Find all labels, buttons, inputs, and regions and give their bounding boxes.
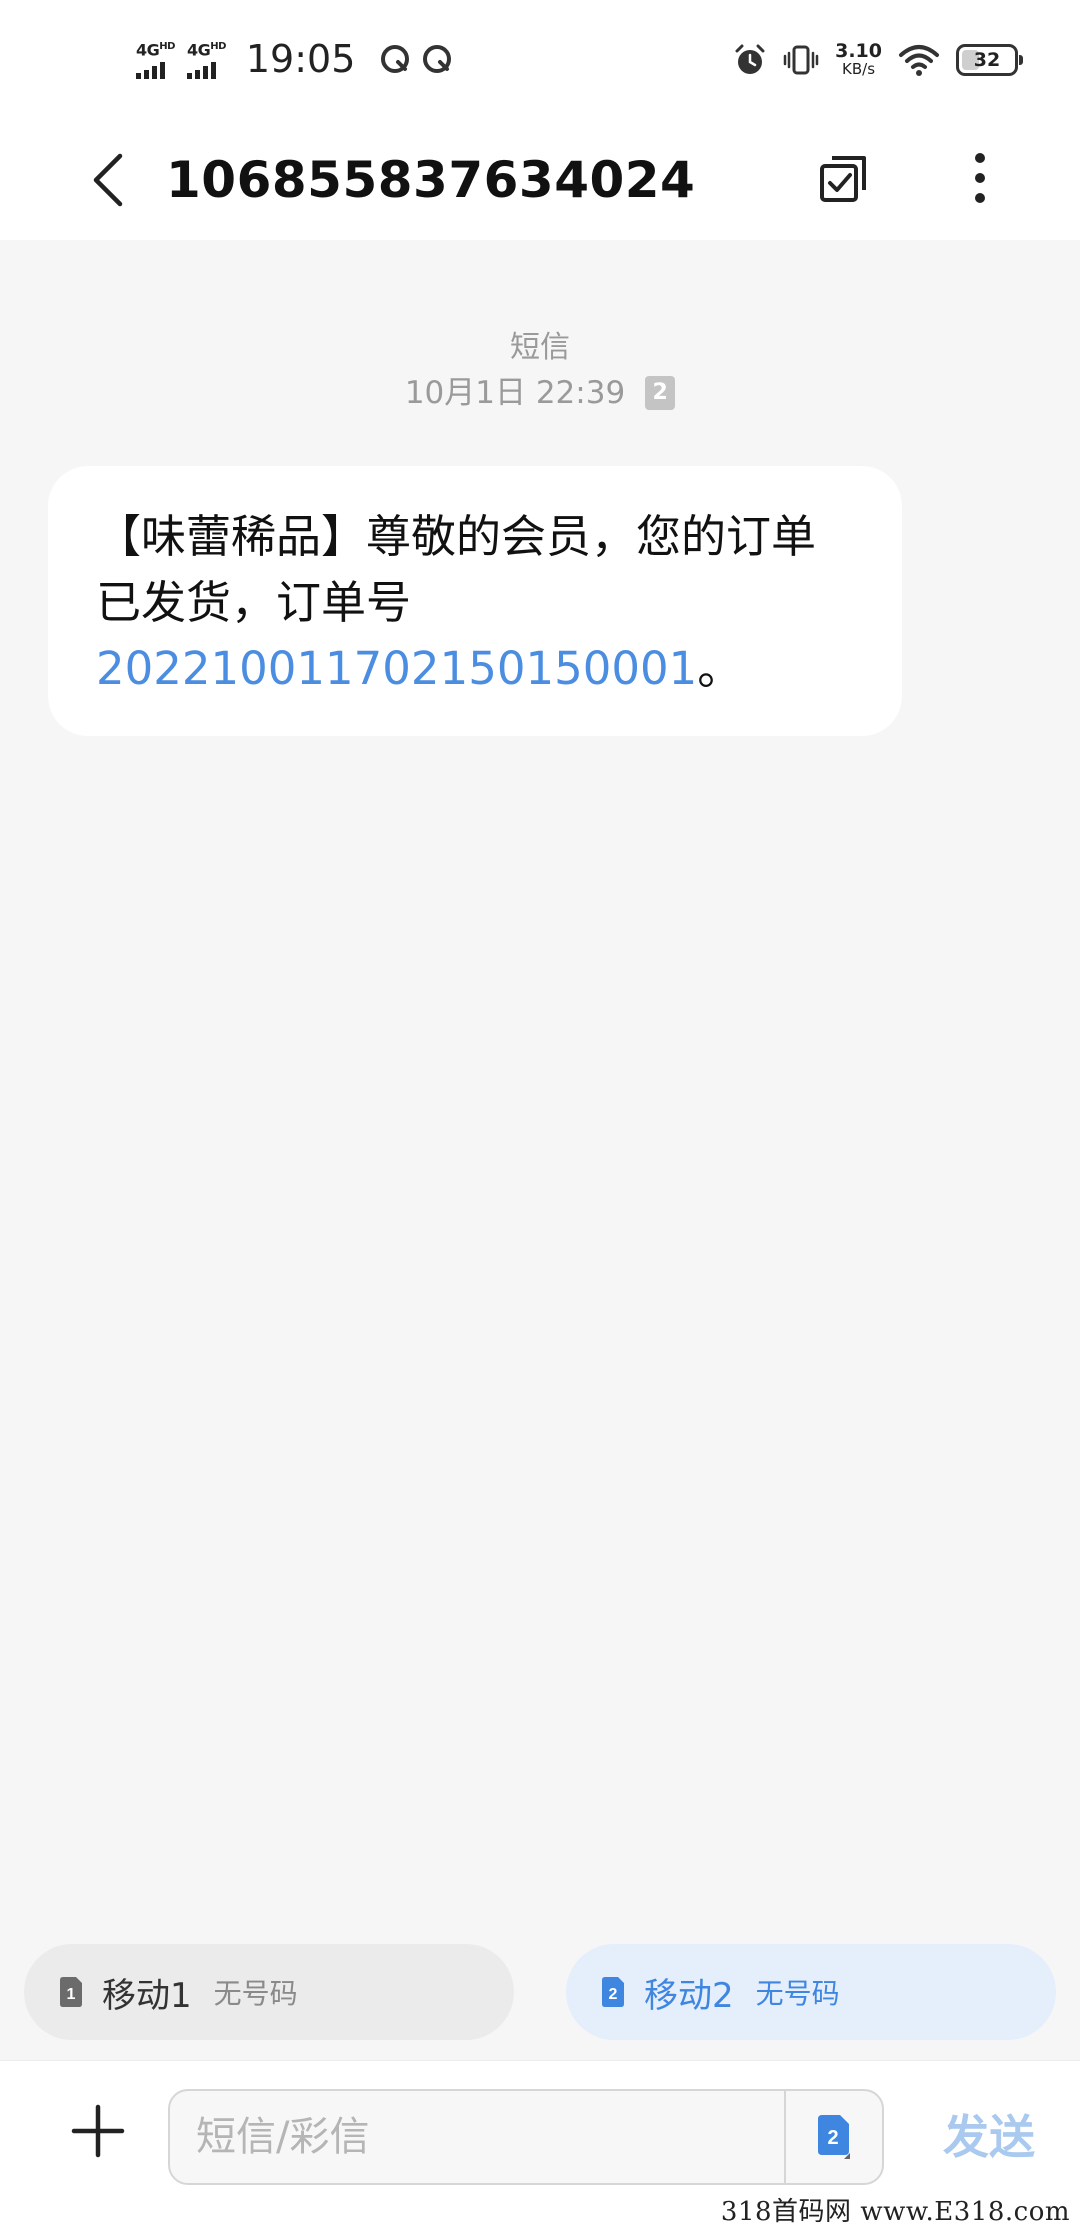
- sim-2-badge: 2: [645, 376, 676, 410]
- status-bar: 4GHD 4GHD 19:05 3.10 KB/s 32: [0, 0, 1080, 120]
- q-notification-icon: [381, 45, 410, 73]
- network-speed-unit: KB/s: [842, 60, 876, 78]
- sim-selector: 1 移动1 无号码 2 移动2 无号码: [0, 1920, 1080, 2060]
- order-number-link[interactable]: 202210011702150150001: [96, 642, 697, 695]
- message-input[interactable]: [170, 2091, 786, 2183]
- composer-sim-badge: 2: [827, 2127, 838, 2149]
- select-checkbox-icon: [820, 156, 866, 202]
- sim-1-name: 移动1: [102, 1975, 192, 2016]
- message-meta: 短信 10月1日 22:39 2: [0, 326, 1080, 416]
- message-body: 【味蕾稀品】尊敬的会员，您的订单已发货，订单号: [96, 510, 817, 629]
- network-speed: 3.10 KB/s: [835, 40, 882, 79]
- message-timestamp: 10月1日 22:39: [404, 375, 626, 411]
- conversation-header: 106855837634024: [0, 120, 1080, 240]
- network-hd-2: HD: [210, 41, 226, 53]
- sim-card-2-icon: 2: [602, 1977, 624, 2007]
- sim-2-number: 无号码: [755, 1977, 840, 2010]
- alarm-icon: [735, 44, 765, 74]
- back-arrow-icon: [93, 153, 123, 207]
- sim-1-badge: 1: [67, 1986, 76, 2003]
- battery-level: 32: [973, 49, 1001, 71]
- sim-2-name: 移动2: [644, 1975, 734, 2016]
- watermark: 318首码网 www.E318.com: [720, 2197, 1070, 2227]
- more-vertical-icon: [975, 153, 985, 203]
- status-left: 4GHD 4GHD 19:05: [136, 34, 453, 84]
- send-button[interactable]: 发送: [924, 2089, 1054, 2185]
- network-type-1: 4G: [136, 40, 160, 60]
- network-speed-value: 3.10: [835, 40, 882, 62]
- conversation-area[interactable]: 短信 10月1日 22:39 2 【味蕾稀品】尊敬的会员，您的订单已发货，订单号…: [0, 240, 1080, 1920]
- message-input-wrapper: 2: [168, 2089, 884, 2185]
- status-right: 3.10 KB/s 32: [733, 38, 1023, 82]
- sim-2-button[interactable]: 2 移动2 无号码: [566, 1944, 1056, 2040]
- signal-icon: 4GHD: [186, 39, 226, 79]
- more-options-button[interactable]: [940, 138, 1020, 218]
- message-type-label: 短信: [510, 330, 570, 365]
- wifi-icon: [899, 45, 939, 76]
- plus-icon: [71, 2104, 125, 2158]
- back-button[interactable]: [70, 142, 146, 218]
- network-hd-1: HD: [159, 41, 175, 53]
- status-time: 19:05: [245, 37, 356, 81]
- vibrate-icon: [783, 45, 819, 75]
- add-attachment-button[interactable]: [62, 2095, 134, 2167]
- q-notification-icon: [423, 45, 452, 73]
- sim-1-number: 无号码: [213, 1977, 298, 2010]
- sim-switch-button[interactable]: 2: [784, 2091, 882, 2183]
- network-type-2: 4G: [186, 40, 211, 60]
- select-messages-button[interactable]: [804, 138, 884, 218]
- page-title: 106855837634024: [166, 151, 696, 209]
- sim-1-button[interactable]: 1 移动1 无号码: [24, 1944, 514, 2040]
- signal-icon: 4GHD: [136, 39, 175, 79]
- sim-card-2-icon: 2: [818, 2115, 850, 2159]
- message-bubble[interactable]: 【味蕾稀品】尊敬的会员，您的订单已发货，订单号 20221001170215015…: [48, 466, 902, 736]
- sim-2-selector-badge: 2: [609, 1986, 618, 2003]
- sim-card-1-icon: 1: [60, 1977, 82, 2007]
- message-body-end: 。: [697, 642, 743, 695]
- battery-icon: 32: [956, 44, 1023, 76]
